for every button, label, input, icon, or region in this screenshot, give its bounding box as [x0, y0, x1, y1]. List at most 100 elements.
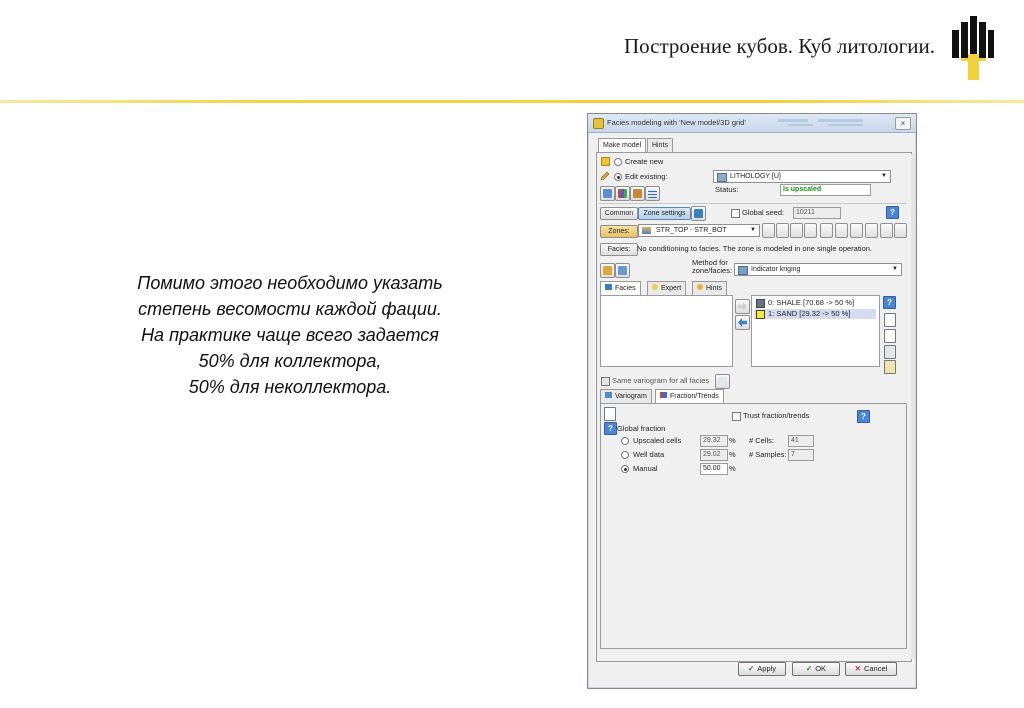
tab-facies[interactable]: Facies	[600, 281, 641, 296]
chevron-down-icon: ▼	[892, 266, 898, 272]
upscaled-cells-value: 29.32	[700, 435, 728, 447]
facies-color-swatch	[756, 299, 765, 308]
edit-icon[interactable]	[884, 360, 896, 374]
paste-icon[interactable]	[884, 345, 896, 359]
tab-hints[interactable]: Hints	[647, 138, 673, 152]
copy-all-button[interactable]	[850, 223, 863, 238]
cancel-button[interactable]: ✕ Cancel	[845, 662, 897, 676]
facies-note: No conditioning to facies. The zone is m…	[637, 244, 873, 253]
tab-expert[interactable]: Expert	[647, 281, 687, 295]
available-facies-list[interactable]	[600, 295, 733, 367]
cells-value: 41	[788, 435, 814, 447]
facies-item-sand[interactable]: 1: SAND [29.32 -> 50 %]	[754, 309, 876, 319]
edit-existing-radio[interactable]	[614, 173, 622, 181]
upscaled-cells-radio[interactable]	[621, 437, 629, 445]
tab-make-model[interactable]: Make model	[598, 138, 647, 153]
status-value: Is upscaled	[780, 184, 871, 196]
tab-fraction-trends-label: Fraction/Trends	[670, 393, 719, 400]
percent-unit: %	[729, 450, 736, 459]
help-icon[interactable]: ?	[857, 410, 870, 423]
report-button[interactable]	[630, 186, 645, 201]
edit-existing-label: Edit existing:	[625, 172, 668, 181]
header-divider	[0, 100, 1024, 103]
zones-button[interactable]: Zones:	[600, 225, 638, 238]
global-fraction-label: Global fraction	[617, 424, 666, 433]
tab-variogram[interactable]: Variogram	[600, 389, 652, 403]
chevron-down-icon: ▼	[881, 173, 887, 179]
facies-item-label: 0: SHALE [70.68 -> 50 %]	[768, 298, 855, 307]
facies-button[interactable]: Facies:	[600, 243, 638, 256]
create-new-radio[interactable]	[614, 158, 622, 166]
close-button[interactable]: ×	[895, 117, 911, 130]
separator	[599, 203, 907, 204]
lock-button[interactable]	[600, 263, 615, 278]
lightbulb-icon	[652, 284, 658, 290]
dialog-titlebar: Facies modeling with 'New model/3D grid'…	[588, 114, 916, 133]
paste-zone-button[interactable]	[835, 223, 848, 238]
smiley-icon	[697, 284, 703, 290]
same-variogram-label: Same variogram for all facies	[612, 376, 710, 385]
new-document-button[interactable]	[880, 223, 893, 238]
help-icon[interactable]: ?	[883, 296, 896, 309]
manual-fraction-input[interactable]: 50.00	[700, 463, 728, 475]
move-left-button[interactable]	[735, 315, 750, 330]
spreadsheet-button[interactable]	[645, 186, 660, 201]
next-zone-button[interactable]	[790, 223, 803, 238]
tab-facies-label: Facies	[615, 285, 636, 292]
move-right-button[interactable]	[735, 299, 750, 314]
variogram-settings-button[interactable]	[715, 374, 730, 389]
well-data-radio[interactable]	[621, 451, 629, 459]
global-seed-checkbox[interactable]	[731, 209, 740, 218]
help-icon[interactable]: ?	[886, 206, 899, 219]
last-zone-button[interactable]	[804, 223, 817, 238]
copy-zone-button[interactable]	[820, 223, 833, 238]
paste-all-button[interactable]	[865, 223, 878, 238]
same-variogram-checkbox[interactable]	[601, 377, 610, 386]
help-icon[interactable]: ?	[604, 422, 617, 435]
trust-fraction-checkbox[interactable]	[732, 412, 741, 421]
copy-icon[interactable]	[884, 329, 896, 343]
ok-button[interactable]: ✓ OK	[792, 662, 840, 676]
vertical-scrollbar[interactable]	[911, 154, 915, 659]
apply-button[interactable]: ✓ Apply	[738, 662, 786, 676]
document-icon[interactable]	[604, 407, 616, 421]
zone-dropdown[interactable]: STR_TOP - STR_BOT ▼	[638, 224, 760, 237]
common-button[interactable]: Common	[600, 207, 638, 220]
selected-facies-list[interactable]: 0: SHALE [70.68 -> 50 %] 1: SAND [29.32 …	[751, 295, 880, 367]
samples-value: 7	[788, 449, 814, 461]
facies-item-shale[interactable]: 0: SHALE [70.68 -> 50 %]	[754, 298, 876, 308]
fraction-row-label: Manual	[633, 464, 658, 473]
histogram-button[interactable]	[615, 186, 630, 201]
statistics-button[interactable]	[600, 186, 615, 201]
samples-label: # Samples:	[749, 450, 787, 459]
filter-button[interactable]	[691, 206, 706, 221]
status-label: Status:	[715, 185, 739, 194]
method-label-line: zone/facies:	[692, 266, 733, 275]
chevron-down-icon: ▼	[750, 227, 756, 233]
zone-value: STR_TOP - STR_BOT	[656, 227, 727, 234]
document-button[interactable]	[894, 223, 907, 238]
zone-icon	[642, 227, 651, 234]
property-icon	[717, 173, 727, 182]
global-seed-input[interactable]: 10211	[793, 207, 841, 219]
document-icon[interactable]	[884, 313, 896, 327]
method-dropdown[interactable]: Indicator kriging ▼	[734, 263, 902, 276]
facies-tab-icon	[605, 284, 612, 290]
make-model-panel: Create new Edit existing: LITHOLOGY [U] …	[596, 152, 912, 662]
facies-color-swatch	[756, 310, 765, 319]
property-dropdown[interactable]: LITHOLOGY [U] ▼	[713, 170, 891, 183]
manual-radio[interactable]	[621, 465, 629, 473]
method-label: Method for zone/facies:	[692, 259, 732, 275]
chart-button[interactable]	[615, 263, 630, 278]
tab-fraction-trends[interactable]: Fraction/Trends	[655, 389, 724, 404]
previous-zone-button[interactable]	[776, 223, 789, 238]
body-line: 50% для неколлектора.	[188, 377, 392, 397]
cancel-x-icon: ✕	[854, 664, 861, 673]
zone-settings-button[interactable]: Zone settings	[638, 207, 691, 220]
first-zone-button[interactable]	[762, 223, 775, 238]
cells-label: # Cells:	[749, 436, 775, 445]
tab-inner-hints[interactable]: Hints	[692, 281, 727, 295]
dialog-title: Facies modeling with 'New model/3D grid'	[607, 118, 746, 127]
tab-inner-hints-label: Hints	[706, 285, 722, 292]
apply-label: Apply	[757, 664, 777, 673]
